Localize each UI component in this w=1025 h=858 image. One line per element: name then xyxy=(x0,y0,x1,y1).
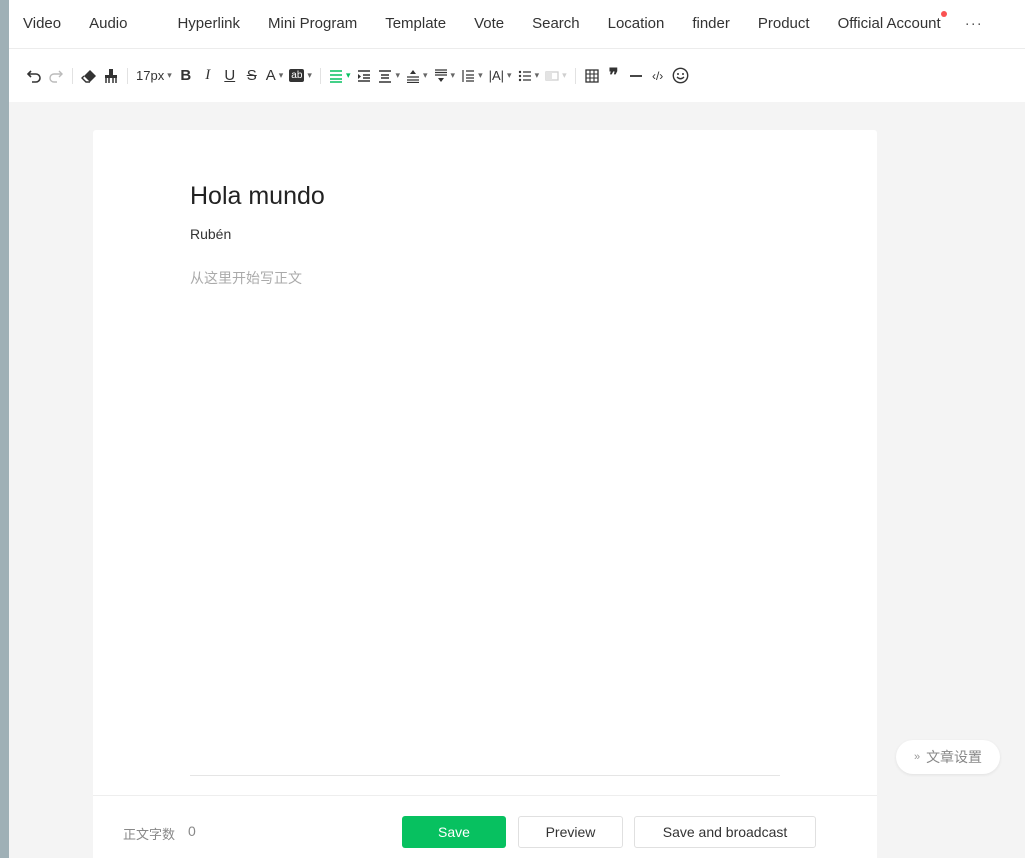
background-color-dropdown[interactable]: ab ▾ xyxy=(286,62,315,90)
chevron-down-icon: ▾ xyxy=(278,70,284,80)
letter-spacing-icon: |A| xyxy=(488,68,505,83)
article-author-input[interactable]: Rubén xyxy=(190,226,231,242)
chevron-down-icon: ▾ xyxy=(307,70,312,80)
toolbar-divider xyxy=(72,67,73,84)
line-height-icon xyxy=(462,69,475,82)
content-divider xyxy=(190,775,780,776)
paragraph-spacing-icon xyxy=(379,69,392,83)
chevron-down-icon: ▾ xyxy=(478,70,483,80)
chevron-down-icon: ▾ xyxy=(507,70,512,80)
tab-official-account[interactable]: Official Account xyxy=(824,0,955,48)
space-before-icon xyxy=(407,69,419,83)
toolbar-divider xyxy=(127,67,128,84)
strikethrough-button[interactable]: S xyxy=(241,62,263,90)
space-after-dropdown[interactable]: ▾ xyxy=(431,62,459,90)
bold-button[interactable]: B xyxy=(175,62,197,90)
indent-button[interactable] xyxy=(353,62,375,90)
tab-audio[interactable]: Audio xyxy=(75,0,141,48)
emoji-icon xyxy=(672,67,689,84)
indent-icon xyxy=(358,69,371,82)
tab-location[interactable]: Location xyxy=(594,0,679,48)
list-dropdown[interactable]: ▾ xyxy=(515,62,543,90)
chevron-down-icon: ▾ xyxy=(423,70,428,80)
undo-icon xyxy=(26,69,41,83)
insert-table-button[interactable] xyxy=(581,62,603,90)
tab-official-account-label: Official Account xyxy=(837,15,941,32)
chevron-down-icon: ▾ xyxy=(345,70,351,80)
eraser-icon xyxy=(81,69,96,83)
space-after-icon xyxy=(434,68,447,82)
paragraph-spacing-dropdown[interactable]: ▾ xyxy=(375,62,403,90)
emoji-button[interactable] xyxy=(669,62,692,90)
divider-line-button[interactable] xyxy=(625,62,647,90)
font-size-value: 17px xyxy=(136,68,165,83)
line-height-dropdown[interactable]: ▾ xyxy=(458,62,486,90)
more-menu-button[interactable]: ··· xyxy=(955,0,993,48)
tab-template[interactable]: Template xyxy=(371,0,460,48)
chevron-down-icon: ▾ xyxy=(534,70,540,80)
letter-spacing-dropdown[interactable]: |A| ▾ xyxy=(486,62,515,90)
undo-button[interactable] xyxy=(23,62,45,90)
tab-search[interactable]: Search xyxy=(518,0,594,48)
chevron-down-icon: ▾ xyxy=(395,70,400,80)
save-and-broadcast-button[interactable]: Save and broadcast xyxy=(634,816,816,848)
tab-hyperlink[interactable]: Hyperlink xyxy=(163,0,254,48)
article-body-editor[interactable]: 从这里开始写正文 xyxy=(190,268,302,288)
table-icon xyxy=(584,68,599,83)
chevron-down-icon: ▾ xyxy=(167,70,172,80)
font-size-dropdown[interactable]: 17px ▾ xyxy=(133,62,175,90)
tab-vote[interactable]: Vote xyxy=(460,0,518,48)
redo-button[interactable] xyxy=(45,62,67,90)
border-dropdown[interactable]: ▾ xyxy=(542,62,570,90)
tab-video[interactable]: Video xyxy=(9,0,75,48)
article-page: Hola mundo Rubén 从这里开始写正文 xyxy=(93,130,877,858)
background-color-icon: ab xyxy=(289,69,305,82)
border-icon xyxy=(545,70,559,81)
format-painter-button[interactable] xyxy=(100,62,122,90)
chevron-down-icon: ▾ xyxy=(562,70,567,80)
double-chevron-down-icon: » xyxy=(913,751,921,763)
underline-button[interactable]: U xyxy=(219,62,241,90)
tab-product[interactable]: Product xyxy=(744,0,824,48)
bullet-list-icon xyxy=(518,70,531,81)
tab-finder[interactable]: finder xyxy=(678,0,744,48)
redo-icon xyxy=(49,70,63,83)
editor-footer: 正文字数 0 Save Preview Save and broadcast xyxy=(93,795,877,858)
space-before-dropdown[interactable]: ▾ xyxy=(403,62,431,90)
chevron-down-icon: ▾ xyxy=(450,70,456,80)
article-settings-button[interactable]: » 文章设置 xyxy=(896,740,1000,774)
formatting-toolbar: 17px ▾ B I U S A ▾ ab ▾ ▾ ▾ ▾ ▾ ▾ |A| ▾ … xyxy=(9,48,1025,102)
notification-dot-icon xyxy=(940,11,947,17)
clear-format-button[interactable] xyxy=(78,62,100,90)
preview-button[interactable]: Preview xyxy=(518,816,623,848)
article-title-input[interactable]: Hola mundo xyxy=(190,182,325,211)
align-dropdown[interactable]: ▾ xyxy=(326,62,354,90)
editor-window: Video Audio Hyperlink Mini Program Templ… xyxy=(9,0,1025,858)
quote-button[interactable]: ❞ xyxy=(603,62,625,90)
tab-mini-program[interactable]: Mini Program xyxy=(254,0,371,48)
horizontal-rule-icon xyxy=(629,74,642,77)
italic-button[interactable]: I xyxy=(197,62,219,90)
font-color-icon: A xyxy=(265,67,276,84)
code-button[interactable]: ‹/› xyxy=(647,62,669,90)
toolbar-divider xyxy=(319,67,321,84)
format-painter-icon xyxy=(105,68,117,83)
insert-menu-bar: Video Audio Hyperlink Mini Program Templ… xyxy=(9,0,1025,48)
align-justify-icon xyxy=(329,69,342,83)
toolbar-divider xyxy=(574,67,576,84)
font-color-dropdown[interactable]: A ▾ xyxy=(263,62,287,90)
article-settings-label: 文章设置 xyxy=(926,749,983,765)
word-count-label: 正文字数 xyxy=(123,827,176,842)
word-count-value: 0 xyxy=(188,823,196,839)
save-button[interactable]: Save xyxy=(402,816,506,848)
